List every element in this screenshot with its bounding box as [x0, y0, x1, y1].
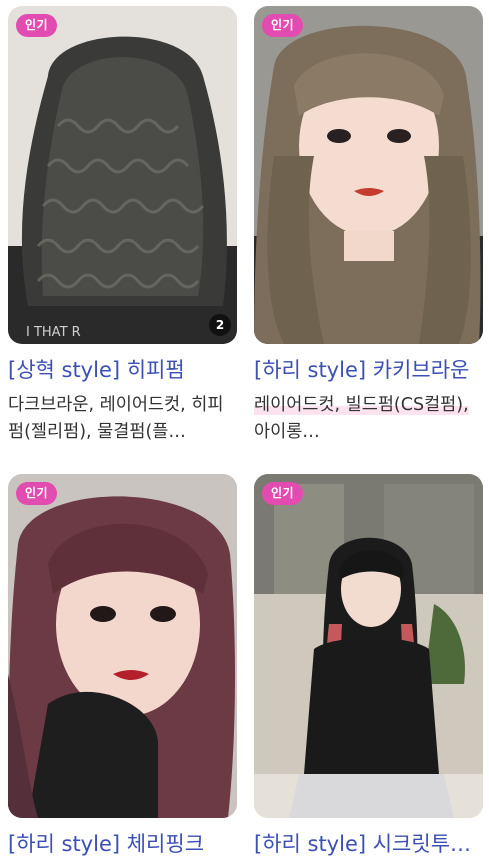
curly-hair-photo: I THAT R: [8, 6, 237, 344]
style-gallery-grid: I THAT R 인기 2 [상혁 style] 히피펌 다크브라운, 레이어드…: [0, 0, 489, 862]
style-thumbnail[interactable]: 인기: [254, 474, 483, 818]
style-thumbnail[interactable]: 인기: [254, 6, 483, 344]
style-card[interactable]: 인기 [하리 style] 체리핑크: [8, 474, 237, 858]
popular-badge: 인기: [262, 14, 304, 37]
style-card[interactable]: 인기 [하리 style] 시크릿투…: [254, 474, 483, 858]
style-title-link[interactable]: [하리 style] 체리핑크: [8, 830, 237, 858]
cherry-pink-hair-photo: [8, 474, 237, 818]
style-title-link[interactable]: [상혁 style] 히피펌: [8, 356, 237, 384]
style-thumbnail[interactable]: I THAT R 인기 2: [8, 6, 237, 344]
popular-badge: 인기: [262, 482, 304, 505]
style-description: 레이어드컷, 빌드펌(CS컬펌), 아이롱…: [254, 392, 483, 446]
highlighted-text: 레이어드컷, 빌드펌(CS컬펌),: [254, 395, 469, 415]
khaki-brown-hair-photo: [254, 6, 483, 344]
style-thumbnail[interactable]: 인기: [8, 474, 237, 818]
description-rest: 아이롱…: [254, 422, 320, 442]
style-card[interactable]: 인기 [하리 style] 카키브라운 레이어드컷, 빌드펌(CS컬펌), 아이…: [254, 6, 483, 446]
style-description: 다크브라운, 레이어드컷, 히피펌(젤리펌), 물결펌(플…: [8, 395, 224, 442]
style-card[interactable]: I THAT R 인기 2 [상혁 style] 히피펌 다크브라운, 레이어드…: [8, 6, 237, 446]
secret-two-tone-hair-photo: [254, 474, 483, 818]
photo-count-badge: 2: [209, 314, 231, 336]
svg-text:I THAT R: I THAT R: [26, 325, 81, 340]
popular-badge: 인기: [16, 14, 58, 37]
style-title-link[interactable]: [하리 style] 카키브라운: [254, 356, 483, 384]
style-title-link[interactable]: [하리 style] 시크릿투…: [254, 830, 483, 858]
popular-badge: 인기: [16, 482, 58, 505]
